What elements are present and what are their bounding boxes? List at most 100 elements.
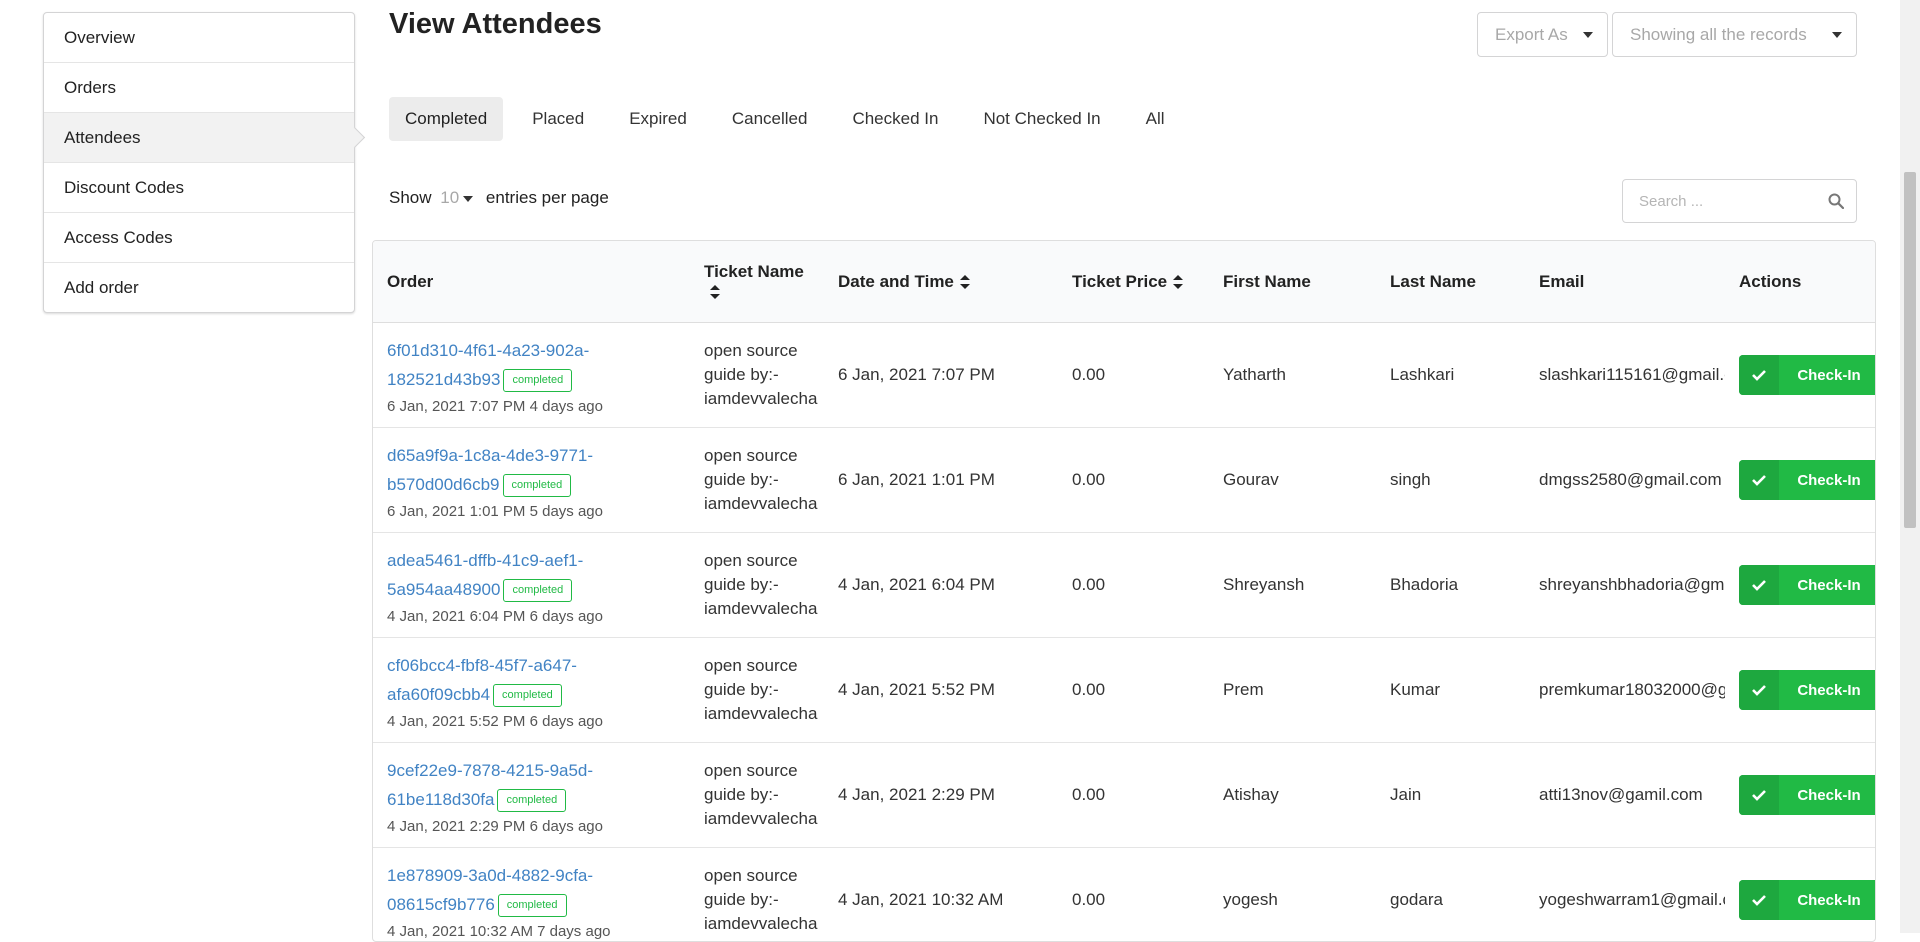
check-in-label: Check-In xyxy=(1779,775,1876,815)
last-name-cell: Bhadoria xyxy=(1376,533,1525,638)
attendees-table: Order Ticket Name Date and Time Ticket P… xyxy=(373,241,1875,942)
check-in-button[interactable]: Check-In xyxy=(1739,565,1876,605)
order-link[interactable]: 182521d43b93 xyxy=(387,370,500,389)
order-cell: d65a9f9a-1c8a-4de3-9771- b570d00d6cb9com… xyxy=(373,428,690,533)
order-link[interactable]: d65a9f9a-1c8a-4de3-9771- xyxy=(387,446,593,465)
records-filter-label: Showing all the records xyxy=(1630,25,1807,44)
order-link[interactable]: 6f01d310-4f61-4a23-902a- xyxy=(387,341,589,360)
order-meta: 4 Jan, 2021 2:29 PM 6 days ago xyxy=(387,818,676,835)
ticket-price-cell: 0.00 xyxy=(1058,323,1209,428)
status-badge: completed xyxy=(498,894,567,917)
last-name-cell: Lashkari xyxy=(1376,323,1525,428)
order-cell: 9cef22e9-7878-4215-9a5d- 61be118d30facom… xyxy=(373,743,690,848)
tab-completed[interactable]: Completed xyxy=(389,97,503,141)
email-cell: slashkari115161@gmail.com xyxy=(1525,323,1725,428)
check-in-button[interactable]: Check-In xyxy=(1739,460,1876,500)
sort-icon[interactable] xyxy=(960,275,970,289)
order-link[interactable]: 5a954aa48900 xyxy=(387,580,500,599)
check-icon xyxy=(1739,880,1779,920)
search-input[interactable] xyxy=(1637,180,1831,222)
tab-checked-in[interactable]: Checked In xyxy=(836,97,954,141)
order-link[interactable]: cf06bcc4-fbf8-45f7-a647- xyxy=(387,656,577,675)
status-badge: completed xyxy=(503,369,572,392)
column-header-order[interactable]: Order xyxy=(373,241,690,323)
ticket-price-cell: 0.00 xyxy=(1058,638,1209,743)
order-meta: 4 Jan, 2021 6:04 PM 6 days ago xyxy=(387,608,676,625)
records-filter-dropdown[interactable]: Showing all the records xyxy=(1612,12,1857,57)
caret-down-icon xyxy=(1583,32,1593,38)
check-in-button[interactable]: Check-In xyxy=(1739,355,1876,395)
table-header-row: Order Ticket Name Date and Time Ticket P… xyxy=(373,241,1875,323)
entries-show-label: Show xyxy=(389,188,432,207)
ticket-price-cell: 0.00 xyxy=(1058,743,1209,848)
column-header-ticket-name[interactable]: Ticket Name xyxy=(690,241,824,323)
ticket-name-cell: open source guide by:- iamdevvalecha xyxy=(690,533,824,638)
first-name-cell: Shreyansh xyxy=(1209,533,1376,638)
entries-per-page: Show 10 entries per page xyxy=(389,188,609,208)
table-row: cf06bcc4-fbf8-45f7-a647- afa60f09cbb4com… xyxy=(373,638,1875,743)
column-header-actions: Actions xyxy=(1725,241,1875,323)
page-scrollbar[interactable] xyxy=(1900,0,1920,933)
email-cell: premkumar18032000@gmail.com xyxy=(1525,638,1725,743)
check-icon xyxy=(1739,460,1779,500)
date-time-cell: 6 Jan, 2021 1:01 PM xyxy=(824,428,1058,533)
sort-icon[interactable] xyxy=(710,285,720,299)
email-cell: shreyanshbhadoria@gmail.com xyxy=(1525,533,1725,638)
status-tabs: Completed Placed Expired Cancelled Check… xyxy=(389,97,1194,141)
column-header-first-name: First Name xyxy=(1209,241,1376,323)
check-in-button[interactable]: Check-In xyxy=(1739,670,1876,710)
order-link[interactable]: 61be118d30fa xyxy=(387,790,494,809)
status-badge: completed xyxy=(503,579,572,602)
sidebar-item-access-codes[interactable]: Access Codes xyxy=(44,213,354,263)
order-link[interactable]: 08615cf9b776 xyxy=(387,895,495,914)
order-meta: 6 Jan, 2021 1:01 PM 5 days ago xyxy=(387,503,676,520)
search-icon[interactable] xyxy=(1828,193,1844,209)
column-header-date-time[interactable]: Date and Time xyxy=(824,241,1058,323)
table-row: 6f01d310-4f61-4a23-902a- 182521d43b93com… xyxy=(373,323,1875,428)
order-link[interactable]: 9cef22e9-7878-4215-9a5d- xyxy=(387,761,593,780)
first-name-cell: Yatharth xyxy=(1209,323,1376,428)
email-cell: dmgss2580@gmail.com xyxy=(1525,428,1725,533)
sidebar-item-overview[interactable]: Overview xyxy=(44,13,354,63)
check-icon xyxy=(1739,355,1779,395)
export-as-dropdown[interactable]: Export As xyxy=(1477,12,1608,57)
sort-icon[interactable] xyxy=(1173,275,1183,289)
caret-down-icon[interactable] xyxy=(463,196,473,202)
ticket-price-cell: 0.00 xyxy=(1058,848,1209,942)
check-in-label: Check-In xyxy=(1779,460,1876,500)
ticket-name-cell: open source guide by:- iamdevvalecha xyxy=(690,743,824,848)
order-link[interactable]: 1e878909-3a0d-4882-9cfa- xyxy=(387,866,593,885)
check-in-button[interactable]: Check-In xyxy=(1739,880,1876,920)
last-name-cell: Kumar xyxy=(1376,638,1525,743)
order-link[interactable]: afa60f09cbb4 xyxy=(387,685,490,704)
tab-expired[interactable]: Expired xyxy=(613,97,703,141)
ticket-price-cell: 0.00 xyxy=(1058,428,1209,533)
sidebar-item-add-order[interactable]: Add order xyxy=(44,263,354,312)
actions-cell: Check-In xyxy=(1725,743,1875,848)
check-icon xyxy=(1739,775,1779,815)
tab-cancelled[interactable]: Cancelled xyxy=(716,97,824,141)
ticket-name-cell: open source guide by:- iamdevvalecha xyxy=(690,428,824,533)
page-title: View Attendees xyxy=(389,8,602,41)
sidebar-item-attendees[interactable]: Attendees xyxy=(44,113,354,163)
tab-not-checked-in[interactable]: Not Checked In xyxy=(967,97,1116,141)
check-in-button[interactable]: Check-In xyxy=(1739,775,1876,815)
check-icon xyxy=(1739,670,1779,710)
entries-suffix-label: entries per page xyxy=(486,188,609,207)
tab-all[interactable]: All xyxy=(1130,97,1181,141)
actions-cell: Check-In xyxy=(1725,428,1875,533)
table-row: 1e878909-3a0d-4882-9cfa- 08615cf9b776com… xyxy=(373,848,1875,942)
sidebar-item-discount-codes[interactable]: Discount Codes xyxy=(44,163,354,213)
check-in-label: Check-In xyxy=(1779,355,1876,395)
table-row: adea5461-dffb-41c9-aef1- 5a954aa48900com… xyxy=(373,533,1875,638)
sidebar-item-orders[interactable]: Orders xyxy=(44,63,354,113)
entries-count-select[interactable]: 10 xyxy=(440,188,459,207)
tab-placed[interactable]: Placed xyxy=(516,97,600,141)
ticket-name-cell: open source guide by:- iamdevvalecha xyxy=(690,638,824,743)
column-header-ticket-price[interactable]: Ticket Price xyxy=(1058,241,1209,323)
check-in-label: Check-In xyxy=(1779,880,1876,920)
actions-cell: Check-In xyxy=(1725,638,1875,743)
order-link[interactable]: adea5461-dffb-41c9-aef1- xyxy=(387,551,583,570)
order-link[interactable]: b570d00d6cb9 xyxy=(387,475,500,494)
scrollbar-thumb[interactable] xyxy=(1904,172,1916,528)
